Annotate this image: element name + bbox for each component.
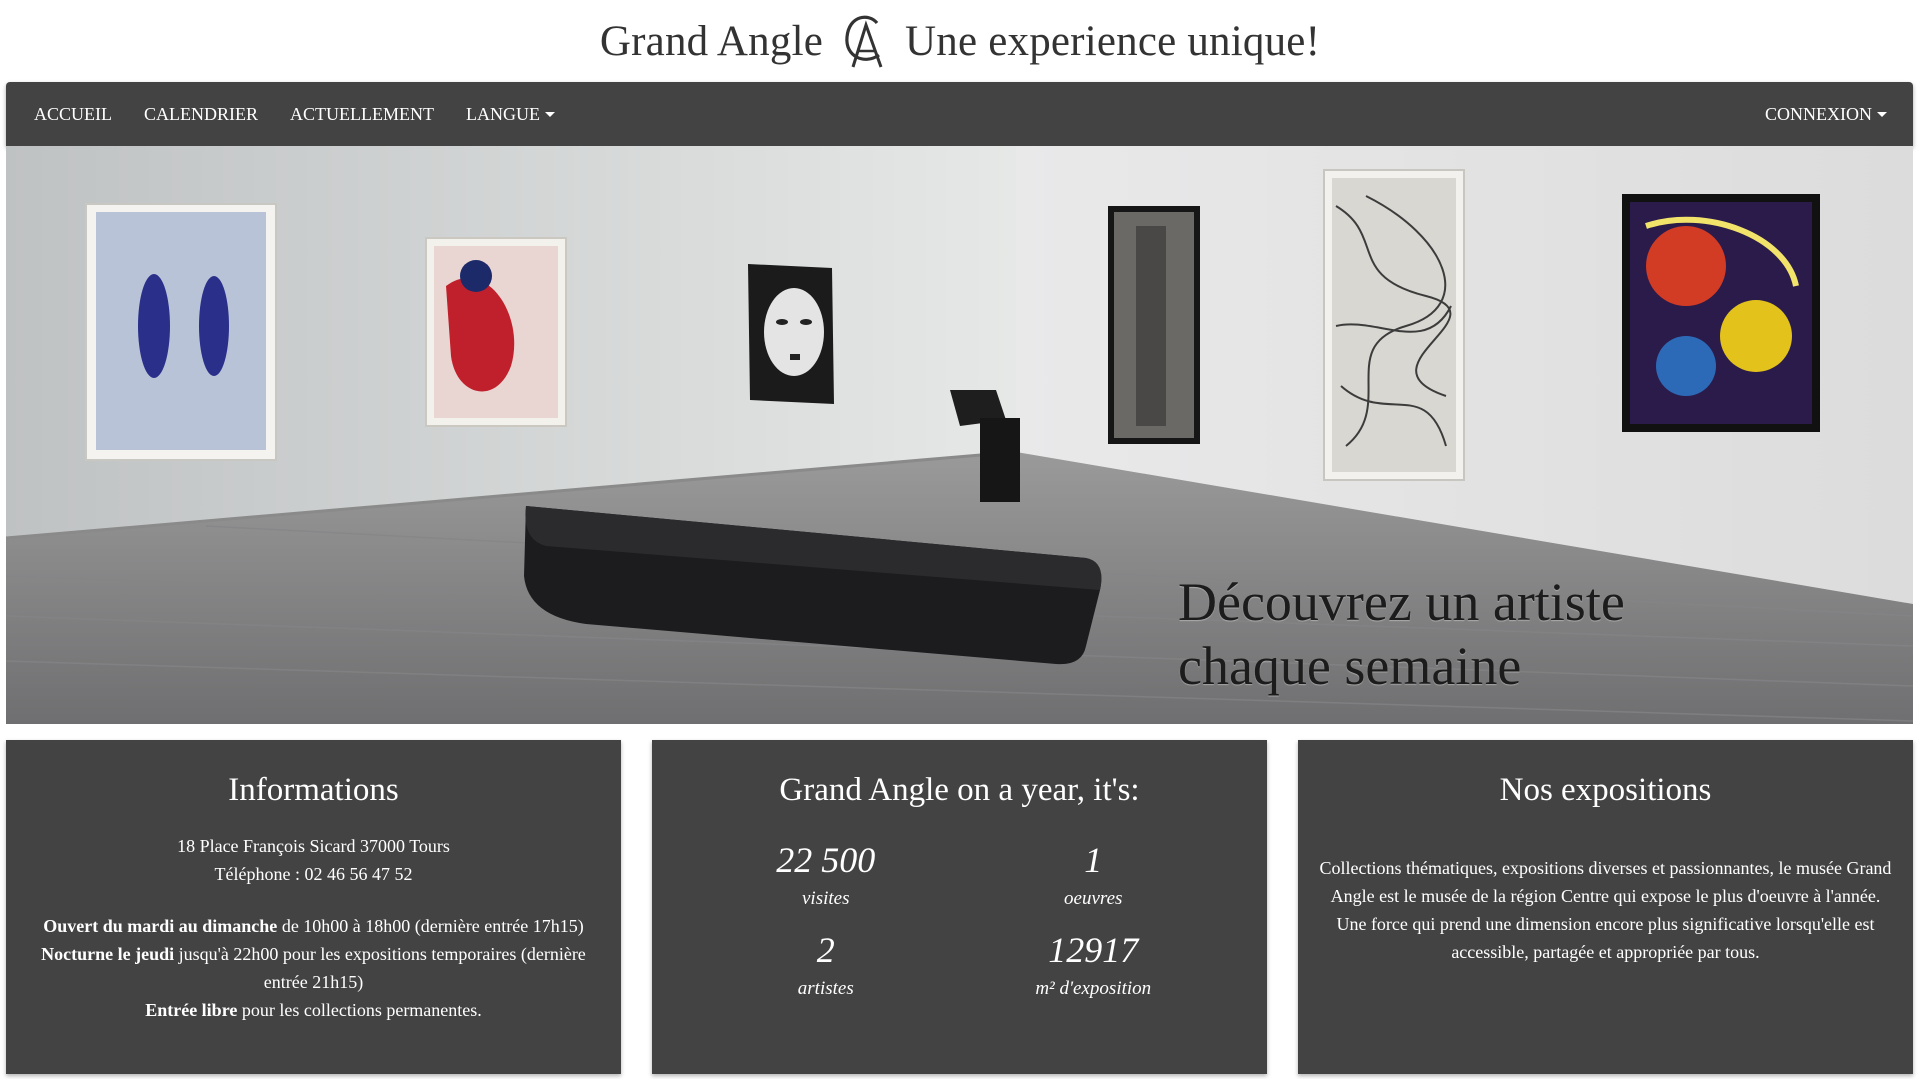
stats-title: Grand Angle on a year, it's: — [779, 772, 1140, 808]
stat-label: visites — [802, 888, 850, 909]
nav-connexion-label: CONNEXION — [1765, 103, 1872, 124]
brand-name: Grand Angle — [599, 17, 824, 65]
site-header: Grand Angle Une experience unique! — [0, 0, 1920, 82]
opening-hours-bold: Ouvert du mardi au dimanche — [43, 916, 278, 936]
hours-block: Ouvert du mardi au dimanche de 10h00 à 1… — [6, 912, 621, 1024]
nav-accueil-label: ACCUEIL — [34, 103, 112, 124]
stats-panel: Grand Angle on a year, it's: 22 500 visi… — [652, 740, 1267, 1074]
main-navbar: ACCUEIL CALENDRIER ACTUELLEMENT LANGUE C… — [6, 82, 1913, 146]
phone-text: Téléphone : 02 46 56 47 52 — [214, 864, 413, 884]
nav-actuellement-label: ACTUELLEMENT — [290, 103, 434, 124]
stat-value: 22 500 — [776, 840, 876, 880]
informations-panel: Informations 18 Place François Sicard 37… — [6, 740, 621, 1074]
stat-visites: 22 500 visites — [692, 840, 960, 912]
nocturne-hours: Nocturne le jeudi jusqu'à 22h00 pour les… — [26, 940, 601, 996]
nav-calendrier[interactable]: CALENDRIER — [144, 104, 258, 125]
hero-caption: Découvrez un artiste chaque semaine — [1178, 570, 1625, 698]
expositions-description: Collections thématiques, expositions div… — [1319, 858, 1892, 962]
nav-menu: ACCUEIL CALENDRIER ACTUELLEMENT LANGUE — [34, 104, 587, 125]
stat-oeuvres: 1 oeuvres — [960, 840, 1228, 912]
stat-value: 2 — [816, 930, 835, 970]
entry-info: Entrée libre pour les collections perman… — [26, 996, 601, 1024]
stat-label: oeuvres — [1064, 888, 1123, 909]
nocturne-bold: Nocturne le jeudi — [41, 944, 175, 964]
entry-rest: pour les collections permanentes. — [237, 1000, 482, 1020]
nav-connexion-dropdown[interactable]: CONNEXION — [1765, 104, 1887, 125]
stat-value: 1 — [1084, 840, 1103, 880]
ga-monogram-icon — [839, 9, 889, 73]
opening-hours: Ouvert du mardi au dimanche de 10h00 à 1… — [26, 912, 601, 940]
address-block: 18 Place François Sicard 37000 Tours Tél… — [6, 832, 621, 888]
nav-langue-dropdown[interactable]: LANGUE — [466, 104, 555, 125]
nav-accueil[interactable]: ACCUEIL — [34, 104, 112, 125]
nav-right: CONNEXION — [1765, 104, 1887, 125]
entry-bold: Entrée libre — [145, 1000, 238, 1020]
address-text: 18 Place François Sicard 37000 Tours — [177, 836, 450, 856]
stat-value: 12917 — [1048, 930, 1139, 970]
stat-label: artistes — [797, 978, 854, 999]
gallery-hero-image — [6, 146, 1913, 724]
hero-banner: Découvrez un artiste chaque semaine — [6, 146, 1913, 724]
informations-title: Informations — [228, 772, 399, 808]
nav-calendrier-label: CALENDRIER — [144, 103, 258, 124]
opening-hours-rest: de 10h00 à 18h00 (dernière entrée 17h15) — [277, 916, 584, 936]
tagline: Une experience unique! — [905, 17, 1321, 65]
caret-down-icon — [1877, 111, 1887, 117]
caret-down-icon — [544, 111, 555, 117]
stats-grid: 22 500 visites 1 oeuvres 2 artistes 1291… — [652, 840, 1267, 1002]
hero-caption-line-2: chaque semaine — [1178, 636, 1522, 696]
stat-label: m² d'exposition — [1035, 978, 1152, 999]
stat-artistes: 2 artistes — [692, 930, 960, 1002]
nav-langue-label: LANGUE — [465, 103, 540, 124]
expositions-title: Nos expositions — [1499, 772, 1712, 808]
nav-actuellement[interactable]: ACTUELLEMENT — [290, 104, 434, 125]
nocturne-rest: jusqu'à 22h00 pour les expositions tempo… — [174, 944, 586, 992]
hero-caption-line-1: Découvrez un artiste — [1178, 572, 1625, 632]
expositions-panel: Nos expositions Collections thématiques,… — [1298, 740, 1913, 1074]
stat-surface: 12917 m² d'exposition — [960, 930, 1228, 1002]
